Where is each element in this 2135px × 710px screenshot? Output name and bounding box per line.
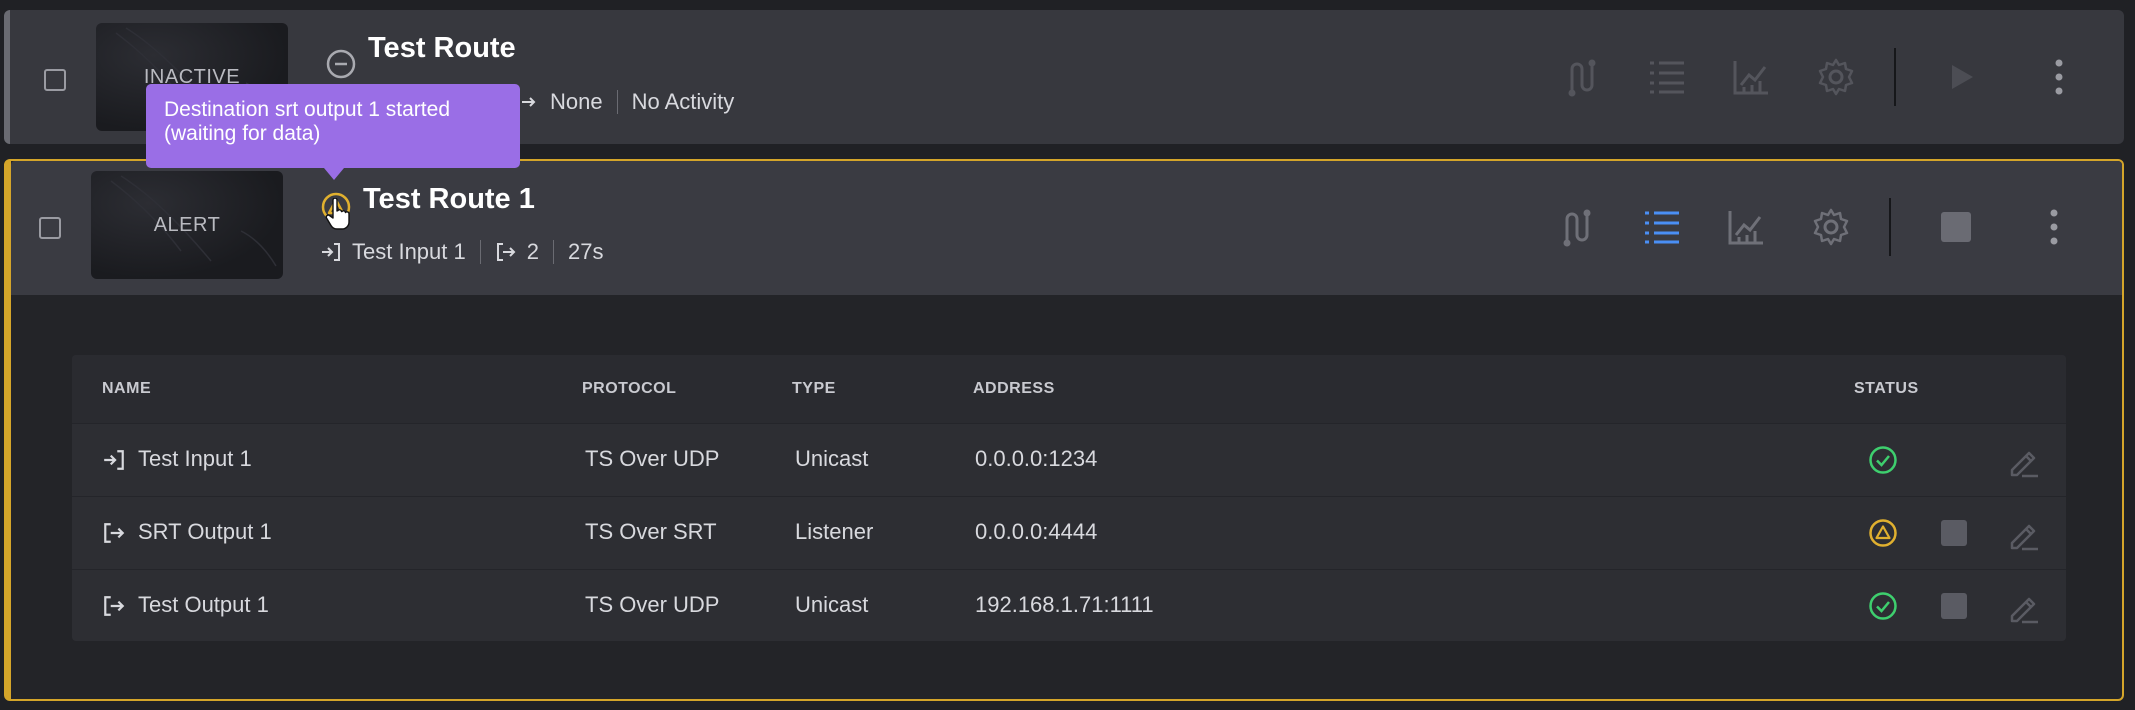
hand-cursor-icon <box>325 198 350 230</box>
actions-divider <box>1889 198 1891 256</box>
route-title[interactable]: Test Route 1 <box>363 183 535 216</box>
output-icon <box>496 243 516 261</box>
activity-value: No Activity <box>631 89 735 114</box>
column-header-type[interactable]: TYPE <box>792 380 836 398</box>
list-icon[interactable] <box>1645 55 1689 99</box>
thumbnail-status-label: ALERT <box>153 213 221 236</box>
column-header-name[interactable]: NAME <box>102 380 151 398</box>
row-type: Unicast <box>795 592 869 617</box>
table-row[interactable]: Test Output 1 TS Over UDP Unicast 192.16… <box>72 569 2066 641</box>
column-header-status[interactable]: STATUS <box>1854 380 1919 398</box>
input-icon <box>322 243 340 261</box>
column-header-protocol[interactable]: PROTOCOL <box>582 380 676 398</box>
output-icon <box>104 523 125 543</box>
destinations-value: None <box>550 89 603 114</box>
play-icon[interactable] <box>1939 55 1983 99</box>
edit-icon[interactable] <box>2006 590 2040 624</box>
row-address: 192.168.1.71:1111 <box>975 592 1154 617</box>
input-icon <box>104 450 124 470</box>
ok-status-icon <box>1869 446 1897 474</box>
row-protocol: TS Over UDP <box>585 592 720 617</box>
row-protocol: TS Over UDP <box>585 446 720 471</box>
row-type: Listener <box>795 519 874 544</box>
output-icon <box>522 97 536 107</box>
row-protocol: TS Over SRT <box>585 519 717 544</box>
ok-status-icon <box>1869 592 1897 620</box>
table-header: NAME PROTOCOL TYPE ADDRESS STATUS <box>72 355 2066 423</box>
row-address: 0.0.0.0:1234 <box>975 446 1098 471</box>
gear-icon[interactable] <box>1814 55 1858 99</box>
chart-icon[interactable] <box>1729 55 1773 99</box>
row-name: Test Output 1 <box>138 592 269 617</box>
route-select-checkbox[interactable] <box>39 217 61 239</box>
column-header-address[interactable]: ADDRESS <box>973 380 1055 398</box>
route-thumbnail: ALERT <box>91 171 283 279</box>
warning-status-icon <box>1869 519 1897 547</box>
table-row[interactable]: SRT Output 1 TS Over SRT Listener 0.0.0.… <box>72 496 2066 568</box>
chart-icon[interactable] <box>1724 205 1768 249</box>
stop-output-button[interactable] <box>1941 520 1967 546</box>
route-icon[interactable] <box>1560 55 1604 99</box>
output-count: 2 <box>526 239 539 264</box>
table-row[interactable]: Test Input 1 TS Over UDP Unicast 0.0.0.0… <box>72 423 2066 495</box>
actions-divider <box>1894 48 1896 106</box>
gear-icon[interactable] <box>1809 205 1853 249</box>
more-icon[interactable] <box>2032 205 2076 249</box>
row-name: SRT Output 1 <box>138 519 272 544</box>
row-type: Unicast <box>795 446 869 471</box>
endpoints-table: NAME PROTOCOL TYPE ADDRESS STATUS Test I… <box>72 355 2066 641</box>
uptime-value: 27s <box>568 239 604 264</box>
input-value: Test Input 1 <box>352 239 466 264</box>
route-meta: Test Input 1 2 27s <box>320 239 603 265</box>
stop-output-button[interactable] <box>1941 593 1967 619</box>
more-icon[interactable] <box>2037 55 2081 99</box>
stop-icon[interactable] <box>1934 205 1978 249</box>
inactive-status-icon <box>326 49 356 79</box>
route-meta: None No Activity <box>518 89 734 115</box>
status-tooltip: Destination srt output 1 started (waitin… <box>146 84 520 180</box>
route-icon[interactable] <box>1555 205 1599 249</box>
route-select-checkbox[interactable] <box>44 69 66 91</box>
list-icon[interactable] <box>1640 205 1684 249</box>
output-icon <box>104 596 125 616</box>
edit-icon[interactable] <box>2006 517 2040 551</box>
route-title[interactable]: Test Route <box>368 32 516 65</box>
row-name: Test Input 1 <box>138 446 252 471</box>
edit-icon[interactable] <box>2006 444 2040 478</box>
row-address: 0.0.0.0:4444 <box>975 519 1098 544</box>
